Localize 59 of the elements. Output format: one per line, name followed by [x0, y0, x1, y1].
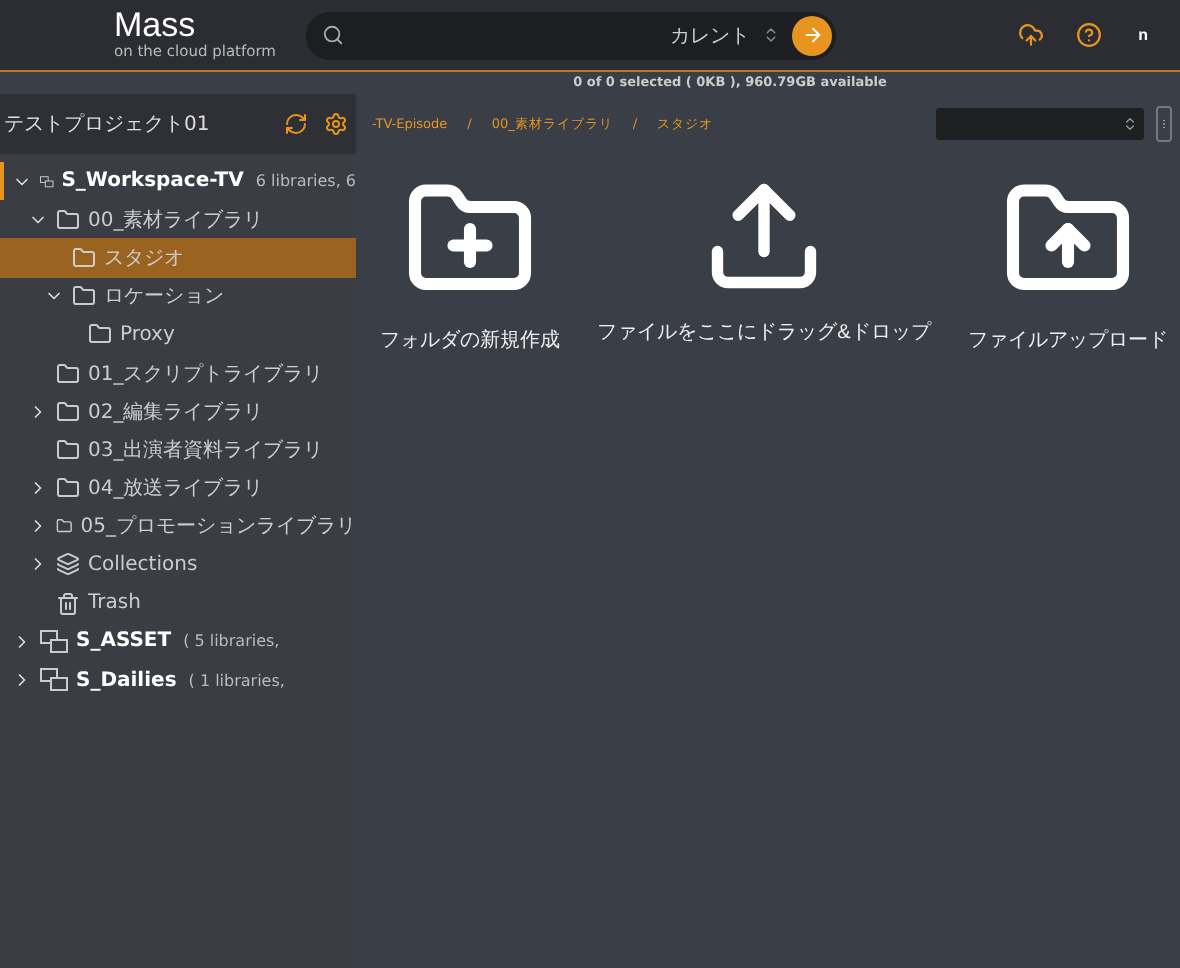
arrow-icon — [801, 24, 823, 46]
library-count: ( 1 libraries, — [186, 671, 285, 690]
help-icon[interactable] — [1076, 22, 1103, 48]
tree-item[interactable]: 02_編集ライブラリ — [0, 392, 356, 431]
more-button[interactable] — [1156, 106, 1172, 142]
tree-item-label: Proxy — [120, 323, 175, 346]
windows-icon — [40, 668, 68, 693]
windows-icon — [40, 629, 68, 654]
tree-item-label: 05_プロモーションライブラリ — [80, 513, 356, 541]
cloud-upload-icon[interactable] — [1018, 22, 1045, 48]
tree-item-label: 03_出演者資料ライブラリ — [88, 437, 324, 464]
project-name: テストプロジェクト01 — [4, 111, 212, 138]
tree-item[interactable]: Proxy — [0, 315, 356, 354]
folder-icon — [72, 245, 96, 270]
search-field[interactable]: カレント — [306, 11, 836, 59]
up-down-icon — [762, 26, 780, 44]
tree-item[interactable]: 05_プロモーションライブラリ — [0, 507, 356, 546]
tree-item[interactable]: ロケーション — [0, 277, 356, 316]
layers-icon — [56, 552, 80, 577]
library-count: 6 libraries, 6 — [253, 172, 356, 191]
tree-item[interactable]: 01_スクリプトライブラリ — [0, 353, 356, 393]
folder-icon — [56, 437, 80, 462]
action-button[interactable]: ファイルをここにドラッグ&ドロップ — [597, 174, 931, 354]
up-down-icon — [1122, 116, 1138, 132]
tree-item-label: スタジオ — [104, 245, 184, 272]
tree-item[interactable]: Trash — [0, 584, 356, 623]
refresh-icon[interactable] — [284, 112, 308, 136]
tree-item[interactable]: Collections — [0, 545, 356, 585]
folder-icon — [56, 361, 80, 386]
tree-item-label: S_ASSET — [76, 630, 172, 653]
tree-item-label: Collections — [88, 553, 198, 576]
tree-item-label: ロケーション — [104, 284, 224, 311]
search-button[interactable] — [792, 15, 832, 55]
trash-icon — [56, 591, 80, 616]
logo-title: Mass — [114, 8, 198, 42]
action-button[interactable]: ファイルアップロード — [967, 174, 1168, 354]
tree-item-label: S_Dailies — [76, 669, 177, 692]
library-count: ( 5 libraries, — [181, 632, 280, 651]
tree-item[interactable]: 00_素材ライブラリ — [0, 200, 356, 239]
tree-item[interactable]: S_Workspace-TV 6 libraries, 6 — [0, 162, 356, 201]
folder-icon — [72, 284, 96, 309]
tree-item-label: 04_放送ライブラリ — [88, 475, 264, 503]
folder-icon — [56, 207, 80, 232]
search-icon — [322, 24, 344, 46]
tree-item-label: 01_スクリプトライブラリ — [88, 361, 324, 388]
tree-item[interactable]: S_Dailies ( 1 libraries, — [0, 660, 356, 700]
folder-icon — [56, 476, 80, 501]
tree-item-label: 00_素材ライブラリ — [88, 207, 264, 234]
scope-select[interactable]: カレント — [670, 21, 750, 49]
tree-item-label: Trash — [88, 592, 141, 615]
tree-item-label: 02_編集ライブラリ — [88, 399, 264, 426]
folder-icon — [56, 399, 80, 424]
settings-icon[interactable] — [324, 112, 348, 136]
folder-icon — [88, 322, 112, 347]
tree-item[interactable]: 04_放送ライブラリ — [0, 469, 356, 508]
tree-item[interactable]: 03_出演者資料ライブラリ — [0, 430, 356, 469]
tree-item[interactable]: S_ASSET ( 5 libraries, — [0, 622, 356, 661]
tree-item-label: S_Workspace-TV — [61, 170, 244, 193]
action-button[interactable]: フォルダの新規作成 — [380, 174, 560, 354]
